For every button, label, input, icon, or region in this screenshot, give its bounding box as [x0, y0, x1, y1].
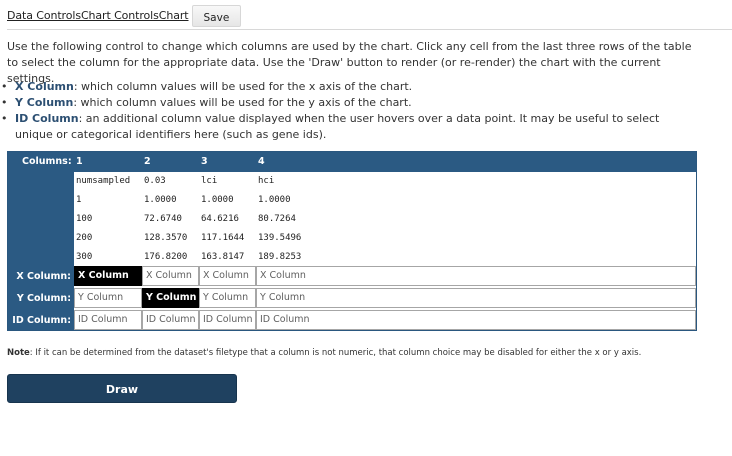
data-cell: 0.03 — [144, 176, 166, 186]
chart-controls-tab-link[interactable]: Data ControlsChart ControlsChart — [7, 9, 189, 22]
data-cell: 1.0000 — [258, 195, 291, 205]
definition-text: : an additional column value displayed w… — [15, 112, 660, 141]
definitions-list: • X Column: which column values will be u… — [0, 79, 700, 143]
y-column-cell-1[interactable]: Y Column — [74, 288, 142, 308]
data-cell: 139.5496 — [258, 233, 302, 243]
y-column-cell-2[interactable]: Y Column — [142, 288, 199, 308]
data-cell: 200 — [76, 233, 93, 243]
column-number-4: 4 — [258, 156, 265, 167]
id-column-cell-3[interactable]: ID Column — [199, 310, 256, 330]
y-column-row-label: Y Column: — [16, 293, 71, 304]
header-divider — [7, 29, 732, 30]
column-selector-table: Columns: 1 2 3 4 numsampled 0.03 lci hci… — [7, 151, 697, 331]
data-cell: hci — [258, 176, 275, 186]
draw-button[interactable]: Draw — [7, 374, 237, 403]
x-column-row-label: X Column: — [16, 271, 71, 282]
save-button[interactable]: Save — [191, 5, 242, 27]
data-cell: 189.8253 — [258, 252, 302, 262]
row-header-bar — [8, 172, 74, 330]
data-cell: 163.8147 — [201, 252, 245, 262]
column-number-1: 1 — [76, 156, 83, 167]
bullet-icon: • — [1, 112, 8, 125]
definition-y-column: • Y Column: which column values will be u… — [0, 95, 700, 111]
definition-term: Y Column — [15, 96, 74, 109]
id-column-cell-1[interactable]: ID Column — [74, 310, 142, 330]
note-text: Note: If it can be determined from the d… — [7, 348, 641, 358]
definition-id-column: • ID Column: an additional column value d… — [0, 111, 700, 143]
bullet-icon: • — [1, 96, 8, 109]
y-column-cell-4[interactable]: Y Column — [256, 288, 696, 308]
x-column-cell-4[interactable]: X Column — [256, 266, 696, 286]
column-header-bar: Columns: 1 2 3 4 — [8, 152, 696, 172]
column-number-2: 2 — [144, 156, 151, 167]
data-cell: 64.6216 — [201, 214, 239, 224]
note-label: Note — [7, 348, 30, 358]
data-cell: 1.0000 — [144, 195, 177, 205]
x-column-cell-1[interactable]: X Column — [74, 266, 142, 286]
column-number-3: 3 — [201, 156, 208, 167]
data-cell: 117.1644 — [201, 233, 245, 243]
data-cell: 300 — [76, 252, 93, 262]
y-column-cell-3[interactable]: Y Column — [199, 288, 256, 308]
definition-x-column: • X Column: which column values will be u… — [0, 79, 700, 95]
id-column-cell-2[interactable]: ID Column — [142, 310, 199, 330]
data-cell: 72.6740 — [144, 214, 182, 224]
top-bar: Data ControlsChart ControlsChart Save — [7, 5, 242, 27]
id-column-cell-4[interactable]: ID Column — [256, 310, 696, 330]
note-body: : If it can be determined from the datas… — [29, 348, 642, 358]
definition-text: : which column values will be used for t… — [73, 80, 413, 93]
data-cell: 128.3570 — [144, 233, 188, 243]
data-cell: 1 — [76, 195, 82, 205]
columns-label: Columns: — [22, 156, 72, 167]
definition-term: ID Column — [15, 112, 79, 125]
data-cell: 100 — [76, 214, 93, 224]
data-cell: lci — [201, 176, 218, 186]
id-column-row-label: ID Column: — [12, 315, 71, 326]
data-cell: 1.0000 — [201, 195, 234, 205]
definition-text: : which column values will be used for t… — [73, 96, 412, 109]
x-column-cell-3[interactable]: X Column — [199, 266, 256, 286]
data-cell: numsampled — [76, 176, 131, 186]
data-cell: 176.8200 — [144, 252, 188, 262]
x-column-cell-2[interactable]: X Column — [142, 266, 199, 286]
data-cell: 80.7264 — [258, 214, 296, 224]
bullet-icon: • — [1, 80, 8, 93]
definition-term: X Column — [15, 80, 74, 93]
